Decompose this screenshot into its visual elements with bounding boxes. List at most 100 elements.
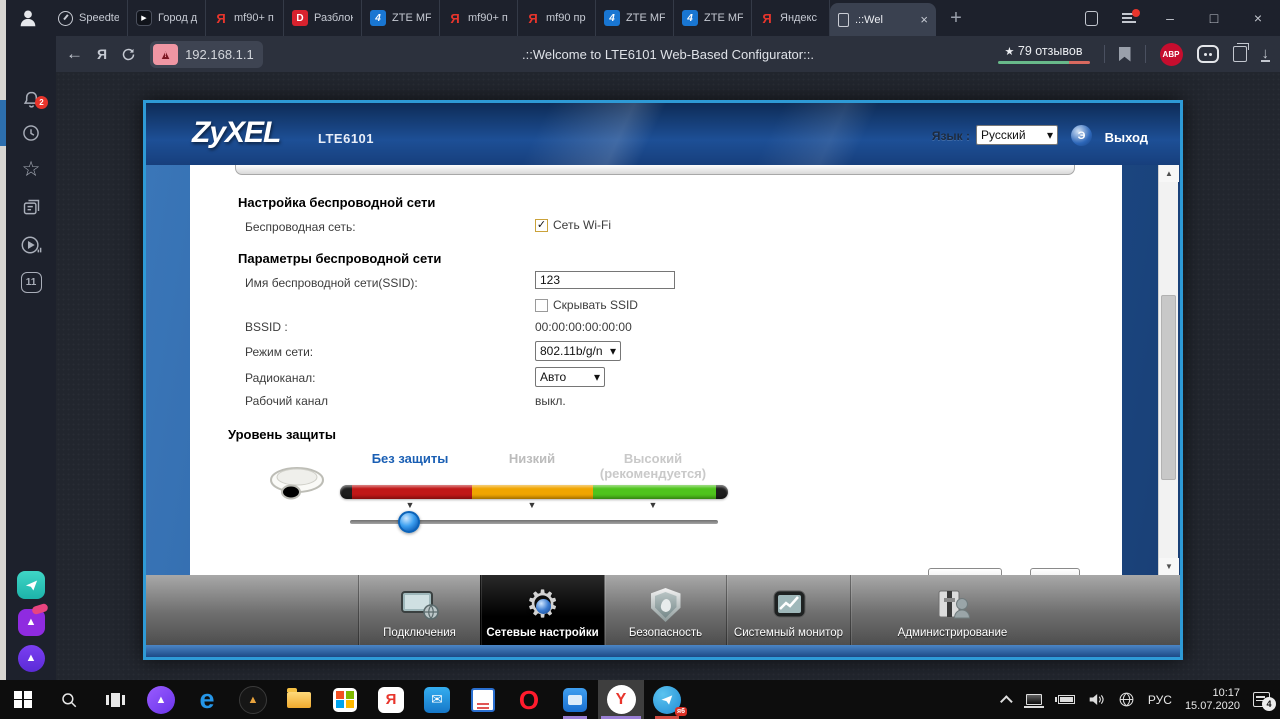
- extension-camera-button[interactable]: [1196, 45, 1219, 63]
- apply-button-partial[interactable]: [928, 568, 1002, 575]
- new-tab-button[interactable]: +: [936, 0, 976, 36]
- bookmark-icon[interactable]: [1118, 46, 1131, 62]
- ssid-input[interactable]: [535, 271, 675, 289]
- tab-zte-2[interactable]: 4 ZTE MF9: [596, 0, 674, 36]
- adblock-plus-extension-button[interactable]: ABP: [1159, 42, 1183, 66]
- wifi-checkbox-label: Сеть Wi-Fi: [553, 218, 612, 232]
- logout-button[interactable]: Выход: [1105, 130, 1148, 145]
- notifications-button[interactable]: 2: [6, 84, 56, 114]
- taskbar-edge[interactable]: e: [184, 680, 230, 719]
- page-scrollbar[interactable]: ▲ ▼: [1158, 165, 1179, 575]
- clock-datetime[interactable]: 10:17 15.07.2020: [1185, 687, 1240, 713]
- bookmarks-button[interactable]: ☆: [6, 154, 56, 184]
- tab-active-configurator[interactable]: .::Wel ×: [830, 3, 936, 36]
- page-favicon: [838, 12, 849, 27]
- nav-item-connections[interactable]: Подключения: [358, 575, 480, 645]
- taskbar-saved-notes[interactable]: [460, 680, 506, 719]
- maximize-button[interactable]: □: [1192, 0, 1236, 36]
- tab-label: mf90+ п: [234, 12, 274, 24]
- bssid-value: 00:00:00:00:00:00: [535, 320, 632, 334]
- dot: [1208, 52, 1212, 56]
- tab-mf90-2[interactable]: Яmf90+ п: [440, 0, 518, 36]
- site-reviews-widget[interactable]: ★ 79 отзывов: [997, 44, 1090, 64]
- security-level-none[interactable]: Без защиты: [372, 451, 449, 466]
- collections-button[interactable]: [1232, 43, 1249, 62]
- tab-zte-1[interactable]: 4 ZTE MF9: [362, 0, 440, 36]
- wifi-enabled-checkbox[interactable]: ✓: [535, 218, 548, 232]
- scroll-down-button[interactable]: ▼: [1159, 558, 1179, 575]
- scroll-up-button[interactable]: ▲: [1159, 165, 1179, 182]
- taskbar-yandex-app[interactable]: Я: [368, 680, 414, 719]
- logout-icon[interactable]: Э: [1071, 125, 1092, 146]
- search-button[interactable]: [46, 680, 92, 719]
- close-button[interactable]: ×: [1236, 0, 1280, 36]
- battery-icon[interactable]: [1054, 695, 1075, 704]
- side-panel-toggle-button[interactable]: [1072, 0, 1110, 36]
- network-globe-icon[interactable]: [1118, 691, 1135, 708]
- back-button[interactable]: ←: [66, 44, 83, 64]
- language-select[interactable]: Русский ▾: [976, 125, 1058, 145]
- action-center-button[interactable]: 4: [1253, 692, 1276, 711]
- yandex-home-button[interactable]: Я: [97, 46, 107, 62]
- taskbar-opera[interactable]: O: [506, 680, 552, 719]
- security-level-low[interactable]: Низкий: [509, 451, 555, 466]
- tab-zte-3[interactable]: 4 ZTE MF9: [674, 0, 752, 36]
- security-slider-knob[interactable]: [398, 511, 420, 533]
- address-bar[interactable]: ▲! 192.168.1.1: [150, 40, 263, 68]
- notifications-badge: 2: [35, 96, 48, 109]
- keyboard-language[interactable]: РУС: [1148, 693, 1172, 707]
- taskbar-mail[interactable]: ✉: [414, 680, 460, 719]
- messenger-app-button[interactable]: [6, 569, 56, 601]
- panel-icon: [1084, 10, 1098, 26]
- browser-menu-button[interactable]: [1110, 0, 1148, 36]
- floppy-icon: [471, 687, 495, 712]
- alice-app-button[interactable]: ▲: [6, 642, 56, 674]
- search-icon: [62, 692, 77, 707]
- taskbar-aimp[interactable]: ▲: [230, 680, 276, 719]
- nav-item-security[interactable]: Безопасность: [604, 575, 726, 645]
- tabs-panel-button[interactable]: 11: [6, 267, 56, 297]
- security-level-high[interactable]: Высокий (рекомендуется): [600, 451, 706, 481]
- speaker-icon[interactable]: [1088, 692, 1105, 707]
- taskbar-photos[interactable]: [552, 680, 598, 719]
- tab-close-icon[interactable]: ×: [920, 12, 928, 27]
- scrollbar-thumb[interactable]: [1161, 295, 1176, 480]
- tab-mf90-3[interactable]: Яmf90 пр: [518, 0, 596, 36]
- yandex-collections-app-button[interactable]: ▲: [6, 606, 56, 638]
- tab-speedtest[interactable]: Speedte: [50, 0, 128, 36]
- tab-label: ZTE MF9: [704, 12, 743, 24]
- radio-channel-select[interactable]: Авто ▾: [535, 367, 605, 387]
- language-value: Русский: [981, 128, 1026, 142]
- url-text[interactable]: 192.168.1.1: [185, 47, 254, 62]
- taskbar-alice[interactable]: ▲: [138, 680, 184, 719]
- taskbar-file-explorer[interactable]: [276, 680, 322, 719]
- insecure-warning-badge[interactable]: ▲!: [153, 43, 179, 65]
- chevron-down-icon: ▾: [593, 370, 600, 384]
- reviews-sentiment-bar: [997, 61, 1090, 64]
- taskbar-yandex-browser-active[interactable]: Y: [598, 680, 644, 719]
- nav-item-system-monitor[interactable]: Системный монитор: [726, 575, 850, 645]
- history-button[interactable]: [6, 118, 56, 148]
- reload-button[interactable]: [121, 47, 136, 62]
- minimize-button[interactable]: –: [1148, 0, 1192, 36]
- toolbar-divider: [1144, 45, 1146, 63]
- tab-yandex[interactable]: Я Яндекс: [752, 0, 830, 36]
- tab-razblok[interactable]: D Разблок: [284, 0, 362, 36]
- 4pda-favicon: 4: [682, 10, 698, 26]
- network-mode-select[interactable]: 802.11b/g/n ▾: [535, 341, 621, 361]
- cancel-button-partial[interactable]: [1030, 568, 1080, 575]
- taskbar-microsoft-store[interactable]: [322, 680, 368, 719]
- media-button[interactable]: [6, 230, 56, 260]
- tab-mf90-1[interactable]: Яmf90+ п: [206, 0, 284, 36]
- downloads-button[interactable]: ↓: [1260, 46, 1270, 62]
- taskbar-telegram[interactable]: я6: [644, 680, 690, 719]
- collections-sidebar-button[interactable]: [6, 192, 56, 222]
- profile-button[interactable]: [6, 0, 50, 36]
- hide-ssid-checkbox[interactable]: [535, 298, 548, 312]
- laptop-icon[interactable]: [1023, 694, 1044, 708]
- nav-item-administration[interactable]: Администрирование: [850, 575, 1054, 645]
- start-button[interactable]: [0, 680, 46, 719]
- tab-gorod[interactable]: ▶ Город д: [128, 0, 206, 36]
- task-view-button[interactable]: [92, 680, 138, 719]
- nav-item-network-settings[interactable]: ⚙ Сетевые настройки: [480, 575, 604, 645]
